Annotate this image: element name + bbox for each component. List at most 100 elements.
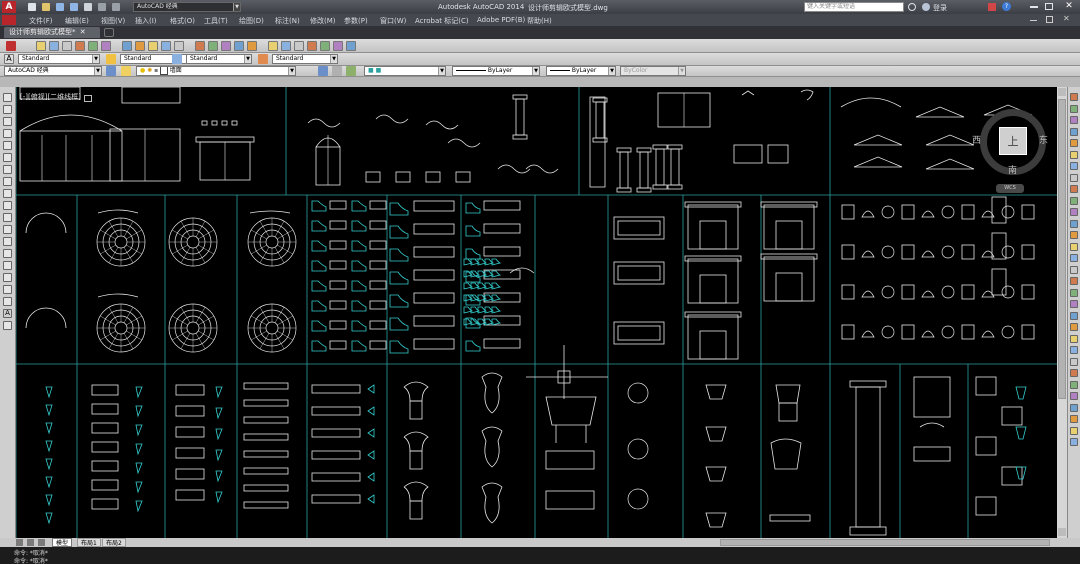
pan-icon[interactable] — [208, 41, 218, 51]
line-icon[interactable] — [3, 93, 12, 102]
menu-help[interactable]: 帮助(H) — [527, 16, 552, 26]
zoom-realtime-icon[interactable] — [221, 41, 231, 51]
menu-view[interactable]: 视图(V) — [101, 16, 125, 26]
chamfer-icon[interactable] — [1070, 254, 1078, 262]
multiline-text-icon[interactable]: A — [3, 309, 12, 318]
publish-icon[interactable] — [101, 41, 111, 51]
properties-panel-icon[interactable] — [1070, 300, 1078, 308]
menu-draw[interactable]: 绘图(D) — [239, 16, 264, 26]
menu-format[interactable]: 格式(O) — [170, 16, 195, 26]
design-center-icon[interactable] — [281, 41, 291, 51]
exchange-icon[interactable] — [988, 3, 996, 11]
multileader-style-icon[interactable] — [258, 54, 268, 64]
hatch-icon[interactable] — [3, 261, 12, 270]
menu-window[interactable]: 窗口(W) — [380, 16, 406, 26]
cut-icon[interactable] — [122, 41, 132, 51]
layer-properties-icon[interactable] — [121, 66, 131, 76]
tool-palettes-icon[interactable] — [294, 41, 304, 51]
layout-nav-first-icon[interactable] — [16, 539, 23, 546]
copy-icon[interactable] — [135, 41, 145, 51]
add-selected-icon[interactable] — [3, 321, 12, 330]
text-style-select[interactable]: Standard ▼ — [18, 54, 100, 64]
viewcube-east[interactable]: 东 — [1039, 133, 1048, 146]
region-icon[interactable] — [3, 285, 12, 294]
help-icon[interactable]: ? — [1002, 2, 1011, 11]
match-icon[interactable] — [161, 41, 171, 51]
scale-icon[interactable] — [1070, 173, 1078, 182]
draw-order-icon[interactable] — [1070, 323, 1078, 331]
layer-state-icon[interactable] — [346, 66, 356, 76]
file-tab-active[interactable]: 设计师剪辑欧式模型* ✕ — [4, 27, 100, 38]
autocad-logo-icon[interactable]: A — [2, 1, 16, 13]
rotate-icon[interactable] — [1070, 162, 1078, 170]
save-icon[interactable] — [56, 3, 64, 11]
calc-icon[interactable] — [333, 41, 343, 51]
properties-icon[interactable] — [268, 41, 278, 51]
open-file-icon[interactable] — [42, 3, 50, 11]
wcs-menu[interactable]: WCS — [996, 184, 1024, 193]
layer-walk-icon[interactable] — [1070, 311, 1078, 320]
search-icon[interactable] — [908, 3, 916, 11]
menu-edit[interactable]: 编辑(E) — [65, 16, 89, 26]
array-icon[interactable] — [1070, 139, 1078, 147]
saveas-icon[interactable] — [70, 3, 78, 11]
ellipse-arc-icon[interactable] — [3, 213, 12, 222]
layer-select[interactable]: ● ✺ ▪ ■ 墙面 ▼ — [136, 66, 296, 76]
arc-icon[interactable] — [3, 153, 12, 162]
measure-icon[interactable] — [1070, 346, 1078, 354]
drawing-canvas[interactable]: [-][俯视][二维线框] 上 西 东 南 WCS — [16, 87, 1057, 538]
join-icon[interactable] — [1070, 242, 1078, 251]
horizontal-scroll-thumb[interactable] — [720, 539, 1050, 546]
paste-icon[interactable] — [148, 41, 158, 51]
volume-icon[interactable] — [1070, 426, 1078, 435]
area-icon[interactable] — [1070, 380, 1078, 389]
list-icon[interactable] — [1070, 357, 1078, 366]
doc-close-icon[interactable]: ✕ — [1063, 14, 1070, 23]
minimize-icon[interactable] — [1030, 6, 1038, 8]
redo-icon[interactable] — [195, 41, 205, 51]
trim-icon[interactable] — [1070, 196, 1078, 205]
menu-acrobat-markup[interactable]: Acrobat 标记(C) — [415, 16, 469, 26]
undo-icon[interactable] — [98, 3, 106, 11]
doc-restore-icon[interactable] — [1046, 16, 1053, 23]
search-input[interactable]: 键入关键字或短语 — [804, 2, 904, 12]
point-icon[interactable] — [3, 249, 12, 258]
preview-icon[interactable] — [88, 41, 98, 51]
layout-nav-prev-icon[interactable] — [27, 539, 34, 546]
tab-close-icon[interactable]: ✕ — [80, 28, 86, 36]
zoom-window-icon[interactable] — [234, 41, 244, 51]
viewcube-west[interactable]: 西 — [972, 133, 981, 146]
workspace-settings-icon[interactable] — [106, 66, 116, 76]
maximize-icon[interactable] — [1045, 3, 1053, 10]
id-point-icon[interactable] — [1070, 369, 1078, 377]
menu-dimension[interactable]: 标注(N) — [275, 16, 300, 26]
menu-insert[interactable]: 插入(I) — [135, 16, 157, 26]
table-icon[interactable] — [3, 297, 12, 306]
polygon-icon[interactable] — [3, 129, 12, 138]
erase-icon[interactable] — [1070, 93, 1078, 101]
menu-adobe-pdf[interactable]: Adobe PDF(B) — [477, 16, 525, 24]
save-icon[interactable] — [62, 41, 72, 51]
new-file-icon[interactable] — [28, 3, 36, 11]
scroll-up-icon[interactable] — [1058, 88, 1066, 96]
viewcube-top-face[interactable]: 上 — [999, 127, 1027, 155]
layout-nav-next-icon[interactable] — [38, 539, 45, 546]
open-icon[interactable] — [49, 41, 59, 51]
polyline-icon[interactable] — [3, 117, 12, 126]
linetype-select[interactable]: ByLayer ▼ — [452, 66, 540, 76]
new-tab-icon[interactable] — [104, 28, 114, 37]
help-icon[interactable] — [346, 41, 356, 51]
make-block-icon[interactable] — [3, 237, 12, 246]
new-icon[interactable] — [36, 41, 46, 51]
user-icon[interactable] — [922, 3, 930, 11]
lineweight-select[interactable]: ByLayer ▼ — [546, 66, 616, 76]
table-style-icon[interactable] — [172, 54, 182, 64]
close-icon[interactable]: ✕ — [1062, 1, 1076, 12]
markup-icon[interactable] — [320, 41, 330, 51]
tab-layout1[interactable]: 布局1 — [77, 538, 101, 547]
scroll-down-icon[interactable] — [1058, 528, 1066, 536]
dimension-style-icon[interactable] — [106, 54, 116, 64]
construction-line-icon[interactable] — [3, 105, 12, 114]
layer-previous-icon[interactable] — [332, 66, 342, 76]
command-line[interactable]: 命令: *取消* 命令: *取消* — [0, 547, 1080, 564]
